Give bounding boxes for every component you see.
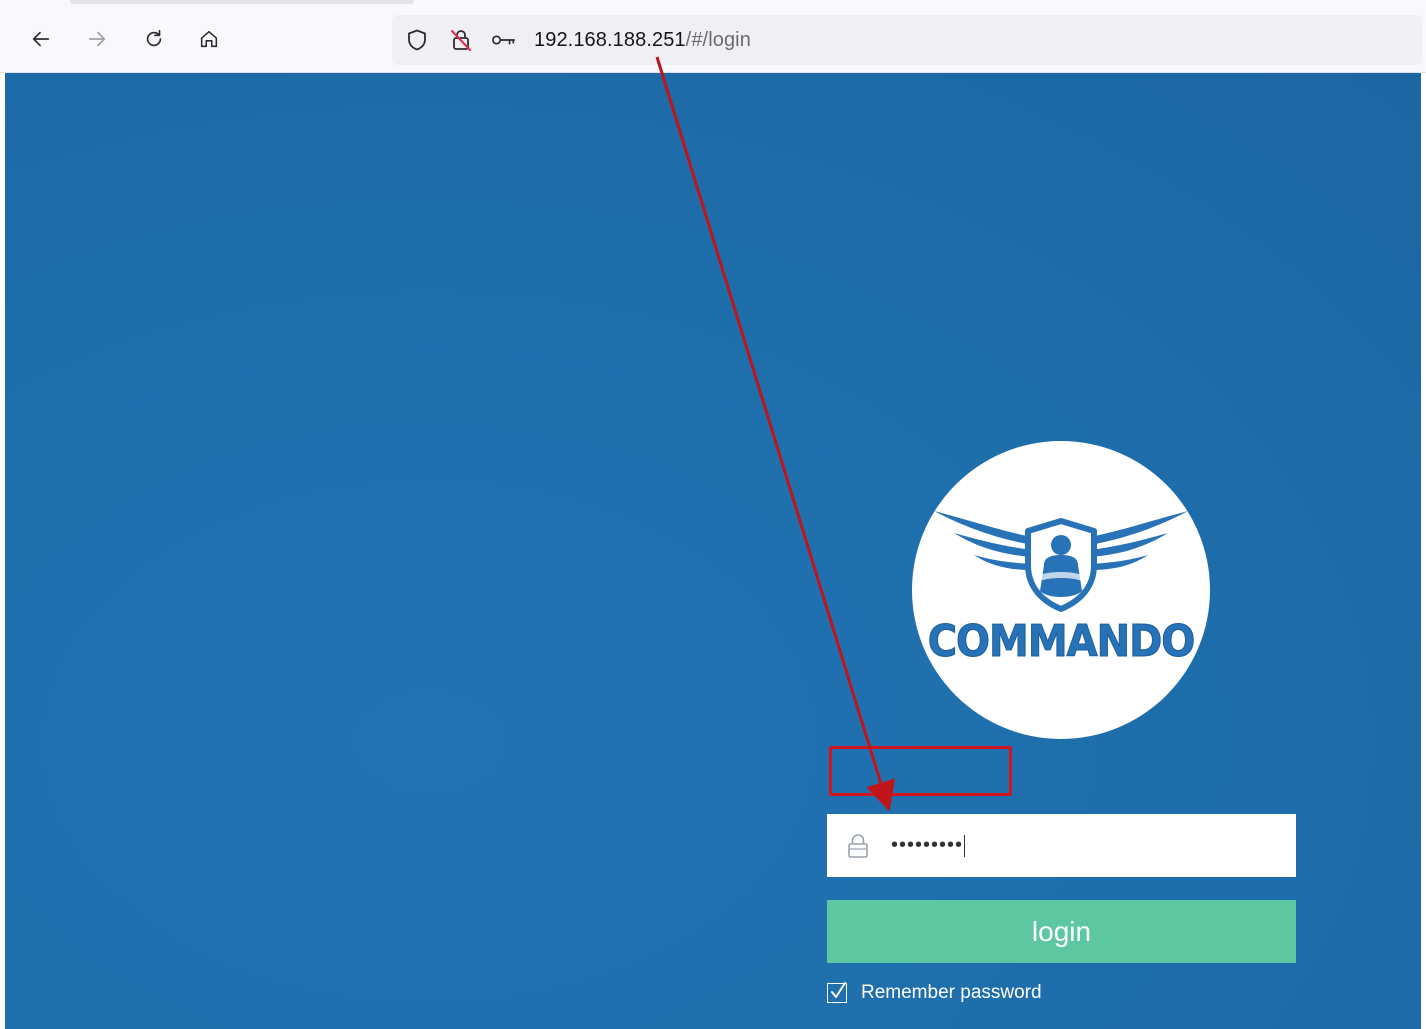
- lock-icon: [848, 834, 868, 858]
- browser-toolbar: 192.168.188.251/#/login: [0, 0, 1426, 73]
- address-bar[interactable]: 192.168.188.251/#/login: [392, 15, 1422, 65]
- logo-brand-text: COMMANDO: [927, 617, 1196, 668]
- winged-shield-soldier-emblem: [934, 511, 1188, 612]
- annotation-highlight-box: [829, 746, 1012, 796]
- shield-icon[interactable]: [404, 27, 430, 53]
- commando-logo: COMMANDO: [912, 441, 1210, 739]
- checkmark-icon: [831, 982, 846, 998]
- home-icon: [200, 30, 218, 48]
- url-path: /#/login: [685, 29, 751, 51]
- login-page: COMMANDO ••••••••• login Remember passwo…: [5, 73, 1421, 1029]
- remember-password-row[interactable]: Remember password: [827, 981, 1042, 1005]
- login-button[interactable]: login: [827, 900, 1296, 963]
- forward-arrow-icon: [88, 31, 106, 47]
- back-arrow-icon: [32, 31, 50, 47]
- back-button[interactable]: [26, 24, 56, 54]
- remember-password-label: Remember password: [861, 982, 1042, 1003]
- forward-button[interactable]: [82, 24, 112, 54]
- password-input[interactable]: •••••••••: [891, 833, 966, 857]
- password-value: •••••••••: [891, 834, 964, 856]
- reload-button[interactable]: [139, 24, 169, 54]
- text-caret: [964, 834, 966, 857]
- remember-password-checkbox[interactable]: [827, 982, 847, 1003]
- home-button[interactable]: [194, 24, 224, 54]
- tab-strip: [70, 0, 414, 4]
- url-text[interactable]: 192.168.188.251/#/login: [534, 29, 751, 52]
- reload-icon: [146, 29, 162, 47]
- insecure-lock-icon[interactable]: [448, 27, 474, 53]
- password-field[interactable]: •••••••••: [827, 814, 1296, 877]
- url-host: 192.168.188.251: [534, 29, 686, 51]
- key-icon[interactable]: [491, 27, 517, 53]
